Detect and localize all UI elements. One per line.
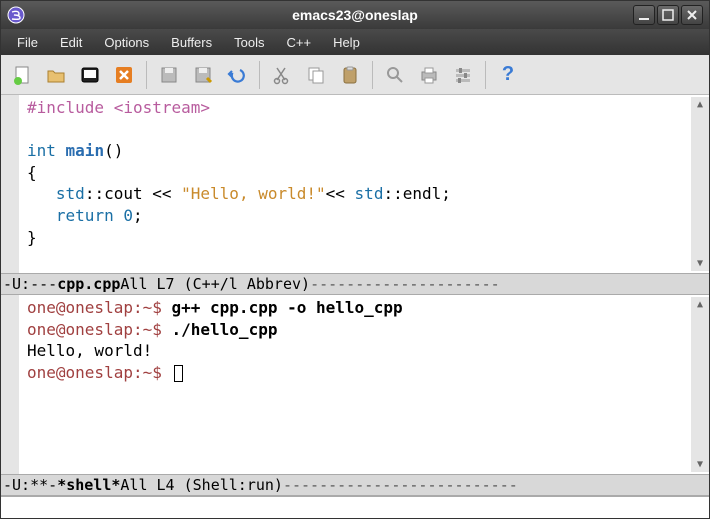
menu-cpp[interactable]: C++ xyxy=(276,32,321,53)
undo-icon[interactable] xyxy=(222,60,252,90)
modeline-status: -U:**- xyxy=(3,476,57,494)
dired-icon[interactable] xyxy=(75,60,105,90)
cut-icon[interactable] xyxy=(267,60,297,90)
menu-edit[interactable]: Edit xyxy=(50,32,92,53)
emacs-window: emacs23@oneslap File Edit Options Buffer… xyxy=(0,0,710,519)
scroll-up-icon[interactable]: ▲ xyxy=(697,99,703,110)
shell-prompt: one@oneslap:~$ xyxy=(27,363,172,382)
string-literal: "Hello, world!" xyxy=(181,184,326,203)
modeline-buffer-name: cpp.cpp xyxy=(57,275,120,293)
shell-output: Hello, world! xyxy=(27,341,152,360)
scrollbar[interactable]: ▲ ▼ xyxy=(691,97,709,271)
shell-command: g++ cpp.cpp -o hello_cpp xyxy=(172,298,403,317)
search-icon[interactable] xyxy=(380,60,410,90)
save-as-icon[interactable] xyxy=(188,60,218,90)
shell-buffer[interactable]: one@oneslap:~$ g++ cpp.cpp -o hello_cpp … xyxy=(1,295,709,474)
shell-prompt: one@oneslap:~$ xyxy=(27,298,172,317)
window-title: emacs23@oneslap xyxy=(1,7,709,23)
preferences-icon[interactable] xyxy=(448,60,478,90)
toolbar-separator xyxy=(259,61,260,89)
help-icon[interactable]: ? xyxy=(493,60,523,90)
print-icon[interactable] xyxy=(414,60,444,90)
shell-command: ./hello_cpp xyxy=(172,320,278,339)
minimize-button[interactable] xyxy=(633,5,655,25)
copy-icon[interactable] xyxy=(301,60,331,90)
modeline-fill: -------------------------- xyxy=(283,476,707,494)
shell-content[interactable]: one@oneslap:~$ g++ cpp.cpp -o hello_cpp … xyxy=(27,297,403,472)
menu-help[interactable]: Help xyxy=(323,32,370,53)
menu-buffers[interactable]: Buffers xyxy=(161,32,222,53)
keyword-int: int xyxy=(27,141,56,160)
window-controls xyxy=(633,5,709,25)
save-icon[interactable] xyxy=(154,60,184,90)
menu-options[interactable]: Options xyxy=(94,32,159,53)
shell-prompt: one@oneslap:~$ xyxy=(27,320,172,339)
modeline-buffer-name: *shell* xyxy=(57,476,120,494)
toolbar-separator xyxy=(485,61,486,89)
minibuffer[interactable] xyxy=(1,496,709,518)
menu-tools[interactable]: Tools xyxy=(224,32,274,53)
toolbar-separator xyxy=(372,61,373,89)
scrollbar[interactable]: ▲ ▼ xyxy=(691,297,709,472)
function-main: main xyxy=(56,141,104,160)
app-icon xyxy=(5,4,27,26)
titlebar[interactable]: emacs23@oneslap xyxy=(1,1,709,29)
scroll-down-icon[interactable]: ▼ xyxy=(697,258,703,269)
modeline-code[interactable]: -U:--- cpp.cpp All L7 (C++/l Abbrev) ---… xyxy=(1,273,709,295)
menubar: File Edit Options Buffers Tools C++ Help xyxy=(1,29,709,55)
menu-file[interactable]: File xyxy=(7,32,48,53)
maximize-button[interactable] xyxy=(657,5,679,25)
cursor xyxy=(174,365,183,382)
modeline-shell[interactable]: -U:**- *shell* All L4 (Shell:run) ------… xyxy=(1,474,709,496)
modeline-status: -U:--- xyxy=(3,275,57,293)
new-file-icon[interactable] xyxy=(7,60,37,90)
keyword-return: return xyxy=(56,206,114,225)
code-buffer[interactable]: #include <iostream> int main() { std::co… xyxy=(1,95,709,273)
open-file-icon[interactable] xyxy=(41,60,71,90)
toolbar: ? xyxy=(1,55,709,95)
code-content[interactable]: #include <iostream> int main() { std::co… xyxy=(27,97,451,271)
scroll-down-icon[interactable]: ▼ xyxy=(697,459,703,470)
modeline-fill: --------------------- xyxy=(310,275,707,293)
modeline-position: All L4 (Shell:run) xyxy=(120,476,283,494)
preprocessor-line: #include <iostream> xyxy=(27,98,210,117)
toolbar-separator xyxy=(146,61,147,89)
scroll-up-icon[interactable]: ▲ xyxy=(697,299,703,310)
close-button[interactable] xyxy=(681,5,703,25)
paste-icon[interactable] xyxy=(335,60,365,90)
close-icon[interactable] xyxy=(109,60,139,90)
modeline-position: All L7 (C++/l Abbrev) xyxy=(120,275,310,293)
